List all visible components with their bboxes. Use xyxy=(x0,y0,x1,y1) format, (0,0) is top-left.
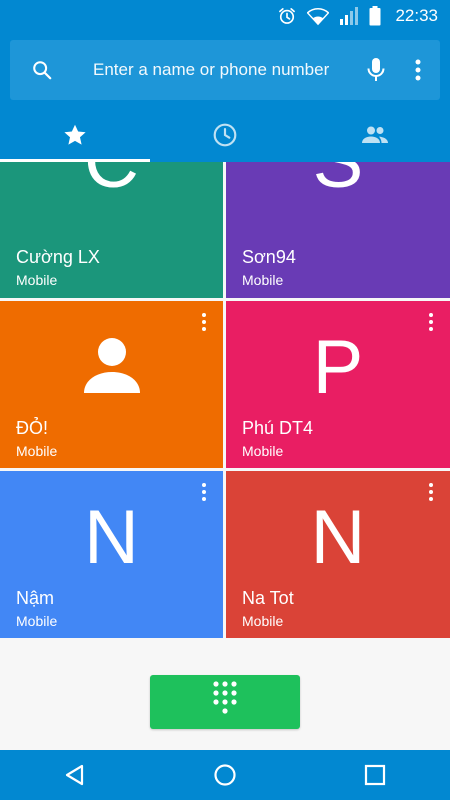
contact-name: Na Tot xyxy=(242,588,294,608)
status-bar: 22:33 xyxy=(0,0,450,32)
contact-phone-type: Mobile xyxy=(242,443,284,459)
contact-name: Phú DT4 xyxy=(242,418,314,438)
search-icon[interactable] xyxy=(10,59,74,81)
tab-recents[interactable] xyxy=(150,112,300,162)
contact-name: Cường LX xyxy=(16,247,100,267)
home-icon[interactable] xyxy=(150,763,300,787)
contact-initial: C xyxy=(0,162,223,200)
dialpad-button[interactable] xyxy=(150,675,300,729)
app-header: Enter a name or phone number xyxy=(0,32,450,162)
wifi-icon xyxy=(307,6,330,26)
favorite-tile[interactable]: N Nậm Mobile xyxy=(0,471,223,638)
tab-contacts[interactable] xyxy=(300,112,450,162)
clock-icon xyxy=(212,122,238,153)
favorite-tile[interactable]: C Cường LX Mobile xyxy=(0,162,223,298)
contact-phone-type: Mobile xyxy=(16,272,58,288)
contact-phone-type: Mobile xyxy=(242,613,284,629)
people-icon xyxy=(360,122,390,153)
alarm-icon xyxy=(277,6,297,26)
back-icon[interactable] xyxy=(0,763,150,787)
recents-icon[interactable] xyxy=(300,764,450,786)
person-icon xyxy=(0,337,223,393)
favorite-tile[interactable]: S Sơn94 Mobile xyxy=(226,162,450,298)
search-bar[interactable]: Enter a name or phone number xyxy=(10,40,440,100)
contact-initial: N xyxy=(310,495,366,580)
favorite-tile[interactable]: N Na Tot Mobile xyxy=(226,471,450,638)
contact-name: Sơn94 xyxy=(242,247,296,267)
tab-bar xyxy=(0,112,450,162)
tab-favorites[interactable] xyxy=(0,112,150,162)
star-icon xyxy=(62,122,88,153)
contact-initial: N xyxy=(84,495,139,580)
contact-menu-icon[interactable] xyxy=(199,313,209,331)
mic-icon[interactable] xyxy=(356,57,396,83)
contact-initial: S xyxy=(226,162,450,200)
contact-phone-type: Mobile xyxy=(16,443,58,459)
contact-menu-icon[interactable] xyxy=(199,483,209,501)
more-vert-icon[interactable] xyxy=(396,59,440,81)
contact-menu-icon[interactable] xyxy=(426,483,436,501)
contact-menu-icon[interactable] xyxy=(426,313,436,331)
contact-name: Nậm xyxy=(16,588,55,608)
status-time: 22:33 xyxy=(395,6,438,25)
dialpad-icon xyxy=(213,680,237,724)
favorites-grid: C Cường LX Mobile S Sơn94 Mobile ĐỎ! Mob… xyxy=(0,162,450,638)
contact-name: ĐỎ! xyxy=(16,418,49,438)
navigation-bar xyxy=(0,750,450,800)
contact-initial: P xyxy=(312,325,364,410)
contact-phone-type: Mobile xyxy=(16,613,58,629)
contact-phone-type: Mobile xyxy=(242,272,284,288)
favorite-tile[interactable]: P Phú DT4 Mobile xyxy=(226,301,450,468)
battery-icon xyxy=(369,6,381,26)
search-input[interactable]: Enter a name or phone number xyxy=(74,60,356,80)
favorite-tile[interactable]: ĐỎ! Mobile xyxy=(0,301,223,468)
signal-icon xyxy=(339,6,359,26)
